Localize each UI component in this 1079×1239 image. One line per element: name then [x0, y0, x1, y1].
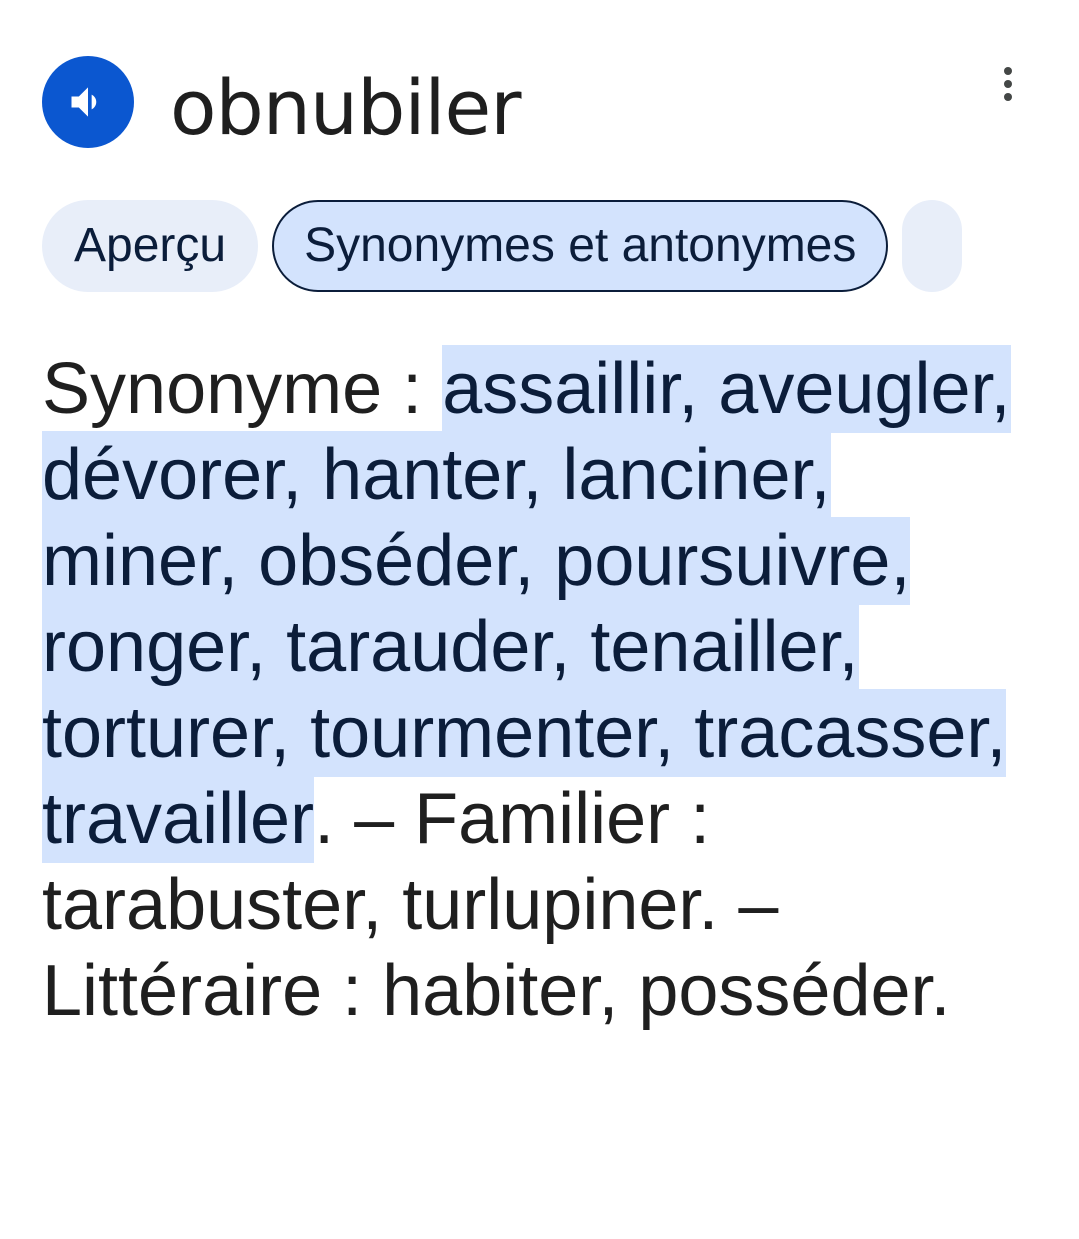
tab-synonyms-antonyms[interactable]: Synonymes et antonymes [272, 200, 889, 292]
tab-overview[interactable]: Aperçu [42, 200, 259, 292]
tab-next-partial[interactable] [902, 200, 963, 292]
more-vert-icon [1004, 67, 1012, 101]
headword: obnubiler [170, 63, 522, 152]
tab-bar: Aperçu Synonymes et antonymes [42, 200, 1079, 294]
synonyms-paragraph: Synonyme : assaillir, aveugler, dévorer,… [42, 345, 1042, 1034]
entry-header: obnubiler [42, 40, 1039, 170]
pronunciation-button[interactable] [42, 56, 134, 148]
synonym-label: Synonyme : [42, 349, 443, 429]
more-options-button[interactable] [969, 62, 1039, 106]
volume-up-icon [71, 87, 97, 117]
